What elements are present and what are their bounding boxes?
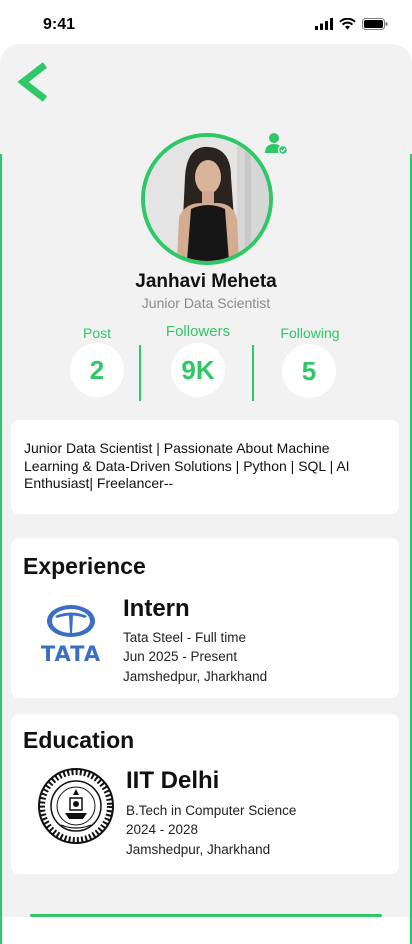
stat-value-post[interactable]: 2 bbox=[70, 343, 124, 397]
tata-logo: TATA bbox=[39, 604, 103, 668]
status-bar: 9:41 bbox=[0, 0, 412, 46]
education-school: IIT Delhi bbox=[126, 767, 220, 794]
stat-divider bbox=[252, 345, 254, 401]
profile-role: Junior Data Scientist bbox=[141, 295, 271, 311]
user-settings-button[interactable] bbox=[264, 131, 290, 157]
experience-location: Jamshedpur, Jharkhand bbox=[123, 669, 268, 684]
experience-company: Tata Steel - Full time bbox=[123, 630, 247, 645]
experience-role: Intern bbox=[123, 595, 190, 622]
back-button[interactable] bbox=[14, 60, 54, 104]
avatar-photo bbox=[145, 137, 269, 261]
status-icons bbox=[315, 18, 388, 30]
battery-icon bbox=[362, 18, 388, 30]
bio-card: Junior Data Scientist | Passionate About… bbox=[11, 420, 399, 514]
iit-delhi-seal bbox=[37, 767, 115, 845]
experience-title: Experience bbox=[23, 553, 146, 579]
education-location: Jamshedpur, Jharkhand bbox=[126, 842, 271, 857]
status-time: 9:41 bbox=[43, 16, 76, 33]
stat-label-followers: Followers bbox=[165, 323, 231, 340]
tata-logo-text: TATA bbox=[40, 642, 102, 666]
experience-card: Experience TATA Intern Tata Steel - Full… bbox=[11, 538, 399, 698]
user-settings-icon bbox=[265, 133, 289, 156]
avatar[interactable] bbox=[141, 133, 273, 265]
chevron-left-icon bbox=[17, 62, 48, 102]
iit-delhi-seal-icon bbox=[38, 768, 114, 844]
stat-label-following: Following bbox=[280, 325, 340, 341]
education-degree: B.Tech in Computer Science bbox=[126, 803, 297, 818]
stat-value-followers[interactable]: 9K bbox=[171, 343, 225, 397]
stat-divider bbox=[139, 345, 141, 401]
experience-dates: Jun 2025 - Present bbox=[123, 649, 238, 664]
bio-text: Junior Data Scientist | Passionate About… bbox=[24, 440, 350, 491]
education-card: Education IIT Delhi B.Tech in Computer S… bbox=[11, 714, 399, 874]
education-title: Education bbox=[23, 727, 135, 753]
stat-value-following[interactable]: 5 bbox=[282, 344, 336, 398]
education-dates: 2024 - 2028 bbox=[126, 822, 199, 837]
wifi-icon bbox=[339, 18, 356, 30]
profile-name: Janhavi Meheta bbox=[135, 271, 277, 292]
stat-label-post: Post bbox=[82, 325, 111, 341]
signal-icon bbox=[315, 18, 333, 30]
